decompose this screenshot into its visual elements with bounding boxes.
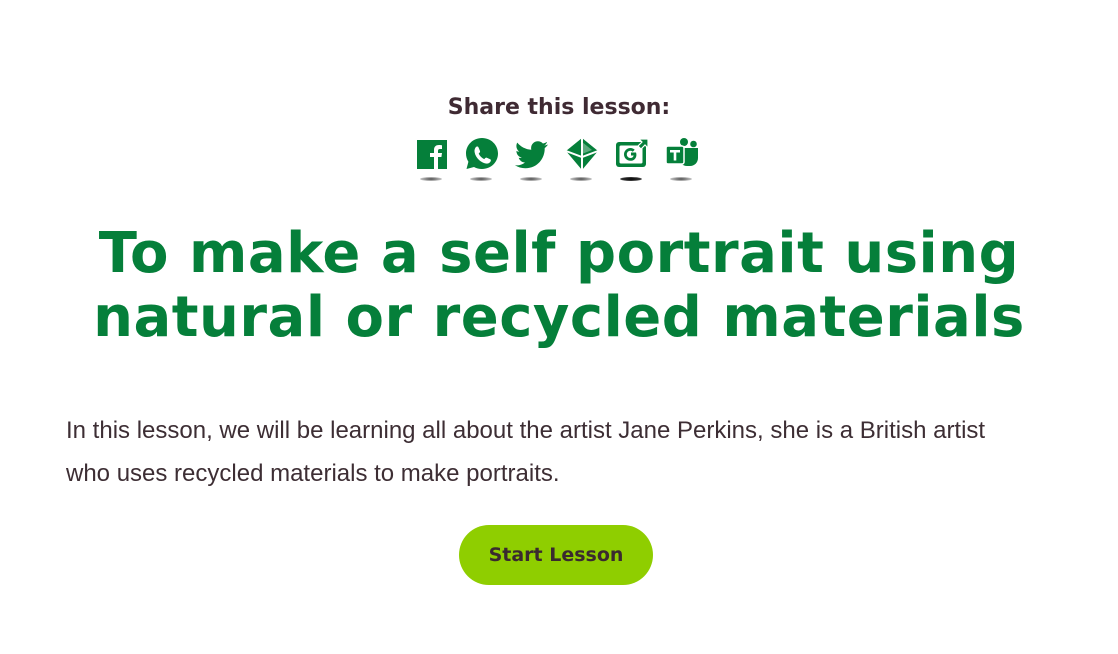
whatsapp-share-button[interactable]: [464, 136, 499, 182]
lesson-description: In this lesson, we will be learning all …: [66, 417, 986, 487]
whatsapp-icon: [466, 138, 498, 169]
button-shadow: [620, 177, 642, 181]
button-shadow: [570, 177, 592, 181]
twitter-icon: [515, 141, 548, 169]
button-shadow: [420, 177, 442, 181]
microsoft-teams-share-button[interactable]: [664, 136, 699, 182]
google-classroom-icon: [565, 138, 599, 170]
button-shadow: [520, 177, 542, 181]
lesson-title: To make a self portrait using natural or…: [93, 221, 1025, 350]
facebook-icon: [417, 140, 447, 169]
facebook-share-button[interactable]: [414, 136, 449, 182]
microsoft-teams-icon: [665, 138, 698, 166]
lesson-page: Share this lesson: To make a self portra…: [0, 0, 1118, 654]
twitter-share-button[interactable]: [514, 136, 549, 182]
start-lesson-button[interactable]: Start Lesson: [459, 525, 653, 585]
button-shadow: [470, 177, 492, 181]
google-share-button[interactable]: [614, 136, 649, 182]
button-shadow: [670, 177, 692, 181]
google-classroom-share-button[interactable]: [564, 136, 599, 182]
google-share-icon: [616, 138, 649, 167]
share-buttons: [414, 136, 704, 186]
share-heading: Share this lesson:: [447, 95, 671, 120]
